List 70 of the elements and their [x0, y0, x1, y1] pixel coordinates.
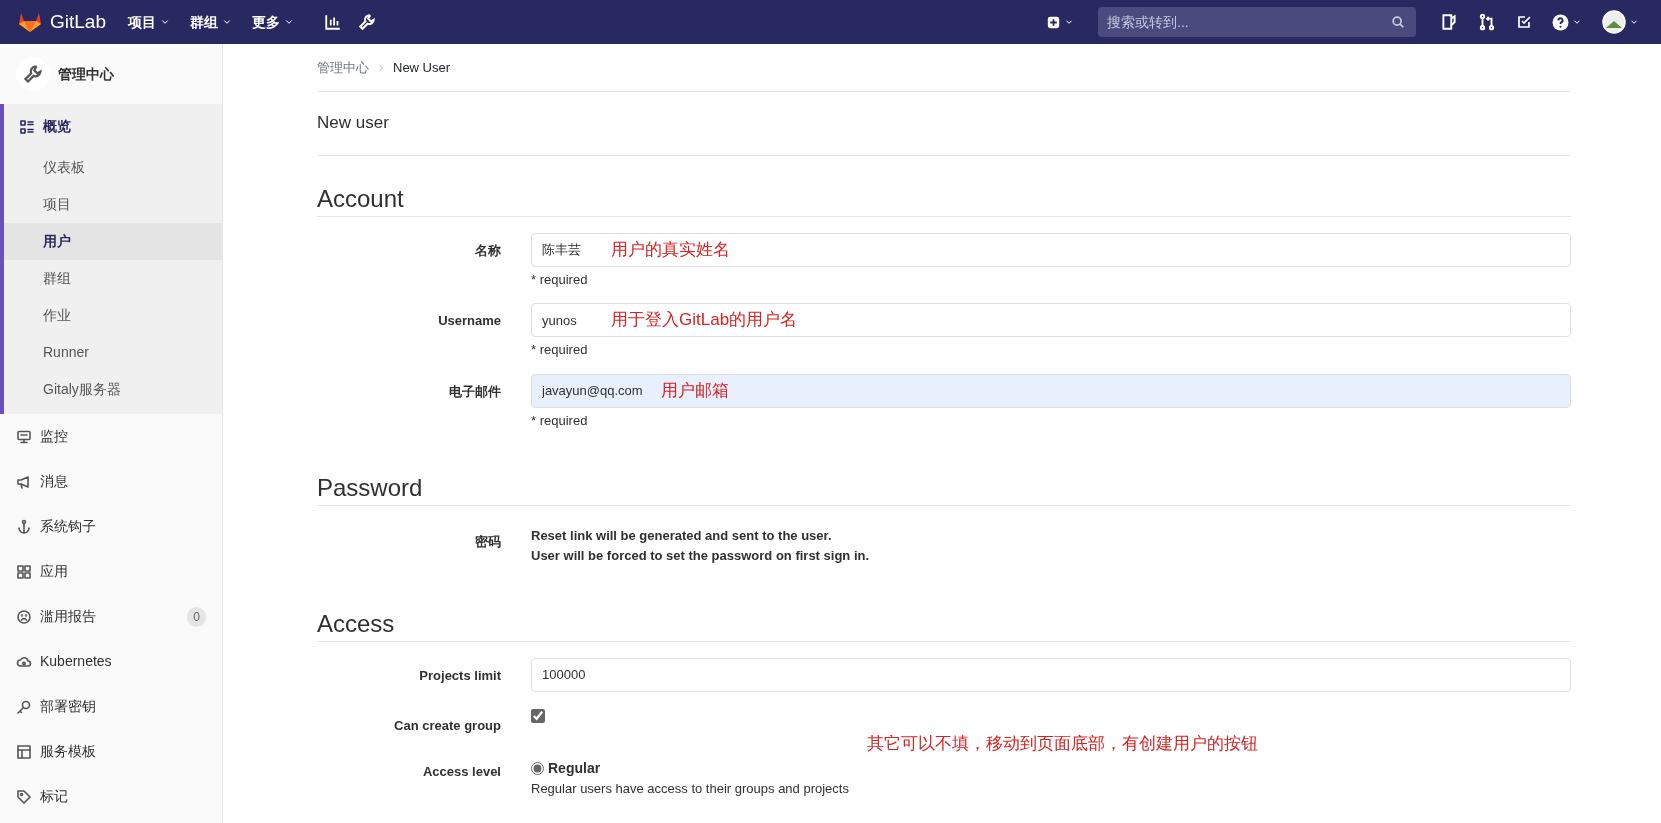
- question-icon: [1552, 13, 1569, 31]
- monitor-icon: [16, 428, 32, 445]
- field-label: Projects limit: [418, 666, 502, 685]
- radio-button[interactable]: [531, 762, 544, 776]
- field-label: 电子邮件: [448, 382, 502, 401]
- sidebar-subitem[interactable]: Gitaly服务器: [4, 371, 222, 408]
- grid-icon: [19, 118, 35, 135]
- menu-dropdown[interactable]: 更多: [246, 7, 300, 37]
- breadcrumb-link[interactable]: 管理中心: [317, 57, 369, 78]
- checkbox[interactable]: [531, 708, 545, 723]
- required-hint: * required: [531, 270, 589, 289]
- avatar-icon: [1602, 10, 1626, 34]
- tag-icon: [16, 788, 32, 805]
- sidebar-item[interactable]: 服务模板: [0, 729, 222, 774]
- sidebar-item[interactable]: Kubernetes: [0, 639, 222, 684]
- field-label: Access level: [421, 763, 502, 782]
- sidebar-subitem[interactable]: 仪表板: [4, 149, 222, 186]
- sidebar-subitem[interactable]: 作业: [4, 297, 222, 334]
- megaphone-icon: [16, 473, 32, 490]
- sidebar-item[interactable]: 标记: [0, 774, 222, 819]
- layout-icon: [16, 743, 32, 760]
- annotation-text: 用户邮箱: [661, 379, 729, 402]
- sidebar-item[interactable]: 监控: [0, 414, 222, 459]
- caret-icon: [160, 17, 170, 27]
- sidebar-subitem[interactable]: 群组: [4, 260, 222, 297]
- info-text: Reset link will be generated and sent to the user.: [531, 527, 833, 546]
- breadcrumb-link[interactable]: New User: [393, 57, 451, 78]
- section-heading: Account: [317, 185, 1571, 217]
- sidebar-item[interactable]: 应用: [0, 549, 222, 594]
- required-hint: * required: [531, 411, 589, 430]
- caret-icon: [284, 17, 294, 27]
- sidebar-item[interactable]: 系统钩子: [0, 504, 222, 549]
- caret-icon: [222, 17, 232, 27]
- fox-logo-icon[interactable]: [18, 11, 42, 33]
- field-label: 密码: [474, 533, 502, 552]
- option-description: Regular users have access to their groups and projects: [531, 780, 850, 799]
- sidebar-subitem[interactable]: 项目: [4, 186, 222, 223]
- apps-icon: [16, 563, 32, 580]
- search-field[interactable]: 搜索或转到...: [1098, 7, 1416, 37]
- sidebar-item[interactable]: 概览: [4, 104, 222, 149]
- search-icon: [1391, 15, 1405, 29]
- section-heading: Password: [317, 474, 1571, 507]
- sidebar-item[interactable]: 滥用报告 0: [0, 594, 222, 639]
- sidebar-title: 管理中心: [58, 64, 114, 84]
- field-label: 名称: [474, 241, 502, 260]
- sidebar-subitem[interactable]: Runner: [4, 334, 222, 371]
- sad-face-icon: [16, 608, 32, 625]
- info-text: User will be forced to set the password on first sign in.: [531, 547, 871, 566]
- radio-label: Regular: [548, 759, 601, 779]
- annotation-text: 用户的真实姓名: [611, 238, 730, 261]
- plus-icon: [1047, 15, 1060, 29]
- required-hint: * required: [531, 341, 589, 360]
- sidebar-subitem[interactable]: 用户: [4, 223, 222, 260]
- section-heading: Access: [317, 610, 1571, 642]
- wrench-icon: [16, 57, 50, 91]
- input-field[interactable]: 100000: [531, 657, 1571, 692]
- field-label: Username: [437, 312, 502, 331]
- menu-dropdown[interactable]: 群组: [184, 7, 238, 37]
- annotation-text: 其它可以不填，移动到页面底部，有创建用户的按钮: [866, 732, 1259, 755]
- sidebar-item[interactable]: 部署密钥: [0, 684, 222, 729]
- chevron-icon: [377, 63, 385, 72]
- sidebar-item[interactable]: 消息: [0, 459, 222, 504]
- anchor-icon: [16, 518, 32, 535]
- count-badge: 0: [187, 606, 206, 627]
- annotation-text: 用于登入GitLab的用户名: [611, 309, 798, 332]
- page-title: New user: [317, 92, 1571, 156]
- field-label: Can create group: [393, 716, 502, 735]
- menu-dropdown[interactable]: 项目: [122, 7, 176, 37]
- key-icon: [16, 698, 32, 715]
- brand-name[interactable]: GitLab: [50, 7, 106, 37]
